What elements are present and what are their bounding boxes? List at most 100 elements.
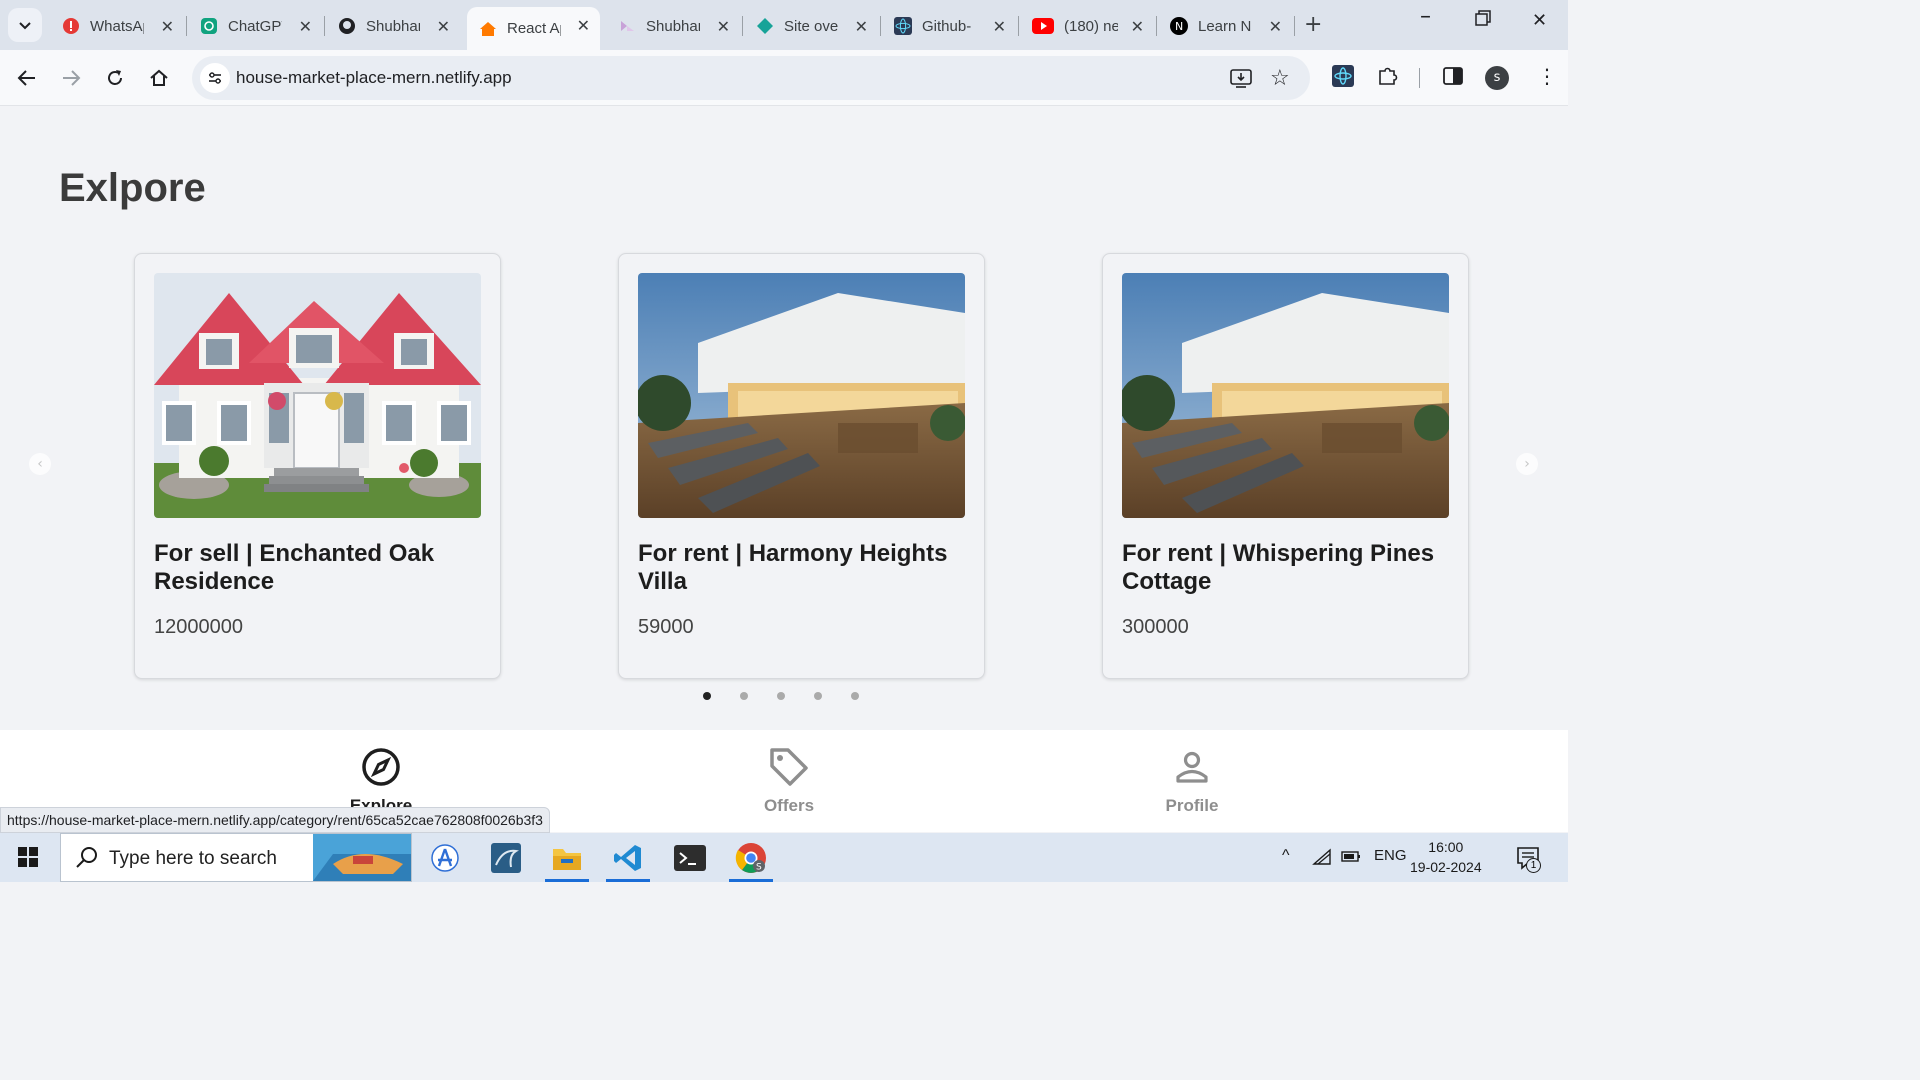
tab-separator (186, 16, 187, 36)
mysql-workbench-icon (491, 842, 521, 873)
carousel-dot[interactable] (814, 692, 822, 700)
tab-separator (1018, 16, 1019, 36)
listing-image-villa (638, 273, 965, 518)
site-info-icon[interactable] (200, 63, 230, 93)
listing-card[interactable]: For rent | Whispering Pines Cottage 3000… (1102, 253, 1469, 679)
minimize-button[interactable]: – (1420, 4, 1431, 29)
folder-icon (553, 848, 581, 870)
reload-icon (108, 70, 122, 85)
carousel-dot[interactable] (851, 692, 859, 700)
tab-title: Shubham (366, 17, 420, 35)
browser-tab-strip: WhatsApp ✕ ChatGPT ✕ Shubham ✕ React App… (0, 0, 1568, 50)
carousel-next-button[interactable]: › (1516, 453, 1538, 475)
tab-whatsapp[interactable]: WhatsApp ✕ (50, 8, 184, 44)
install-app-icon[interactable] (1230, 67, 1252, 93)
nav-label: Profile (1165, 796, 1219, 815)
tab-youtube[interactable]: (180) ne ✕ (1020, 8, 1154, 44)
forward-button[interactable] (57, 64, 85, 92)
close-icon[interactable]: ✕ (1131, 17, 1144, 36)
listing-price: 300000 (1122, 616, 1189, 638)
taskbar-vscode[interactable] (606, 837, 650, 882)
react-devtools-extension-icon[interactable] (1332, 65, 1354, 91)
house-icon (479, 20, 497, 38)
close-icon[interactable]: ✕ (299, 17, 312, 36)
close-icon[interactable]: ✕ (993, 17, 1006, 36)
close-icon[interactable]: ✕ (577, 16, 590, 35)
nav-label: Offers (763, 796, 815, 815)
react-icon (894, 17, 912, 35)
listing-card[interactable]: For sell | Enchanted Oak Residence 12000… (134, 253, 501, 679)
tab-github-react[interactable]: Github- ✕ (882, 8, 1016, 44)
carousel-dot[interactable] (703, 692, 711, 700)
restore-button[interactable] (1475, 10, 1491, 31)
taskbar-file-explorer[interactable] (545, 837, 589, 882)
nav-offers[interactable]: Offers (729, 746, 849, 816)
notification-center-button[interactable]: 1 (1516, 846, 1541, 874)
listing-title: For rent | Whispering Pines Cottage (1122, 540, 1435, 595)
close-icon[interactable]: ✕ (437, 17, 450, 36)
tab-nextjs[interactable]: N Learn N ✕ (1158, 8, 1292, 44)
whatsapp-icon (62, 17, 80, 35)
taskbar-mysql-workbench[interactable] (484, 837, 528, 878)
taskbar-app-store[interactable] (423, 837, 467, 878)
tab-separator (742, 16, 743, 36)
windows-taskbar: Type here to search S ^ ENG 16:00 19-02-… (0, 833, 1568, 882)
listing-image-villa (1122, 273, 1449, 518)
tab-netlify[interactable]: Site overview ✕ (744, 8, 878, 44)
tab-chatgpt[interactable]: ChatGPT ✕ (188, 8, 322, 44)
back-button[interactable] (13, 64, 41, 92)
reload-button[interactable] (101, 64, 129, 92)
person-icon (1132, 746, 1252, 788)
bookmark-star-icon[interactable]: ☆ (1270, 66, 1290, 91)
clock-date: 19-02-2024 (1410, 859, 1482, 875)
menu-kebab-icon[interactable]: ⋮ (1537, 64, 1557, 88)
carousel-dot[interactable] (777, 692, 785, 700)
close-icon[interactable]: ✕ (161, 17, 174, 36)
profile-avatar[interactable]: s (1485, 66, 1509, 90)
nav-explore[interactable]: Explore (321, 746, 441, 816)
windows-start-button[interactable] (18, 847, 38, 871)
notification-count-badge: 1 (1526, 858, 1541, 873)
carousel-pagination (703, 692, 859, 700)
tag-icon (729, 746, 849, 788)
app-store-icon (431, 843, 459, 872)
restore-icon (1475, 10, 1491, 26)
taskbar-clock[interactable]: 16:00 19-02-2024 (1410, 837, 1482, 877)
side-panel-icon[interactable] (1443, 66, 1463, 90)
carousel-prev-button[interactable]: ‹ (29, 453, 51, 475)
tab-figma[interactable]: Shubham ✕ (606, 8, 740, 44)
tab-react-app[interactable]: React App ✕ (467, 7, 600, 50)
url-text: house-market-place-mern.netlify.app (236, 68, 512, 87)
listing-image-white-house (154, 273, 481, 518)
browser-toolbar: house-market-place-mern.netlify.app ☆ s … (0, 50, 1568, 106)
new-tab-button[interactable]: + (1304, 12, 1322, 37)
wifi-icon[interactable] (1312, 848, 1332, 870)
close-icon[interactable]: ✕ (855, 17, 868, 36)
tab-title: ChatGPT (228, 17, 282, 35)
language-indicator[interactable]: ENG (1374, 847, 1407, 864)
battery-icon[interactable] (1340, 848, 1362, 868)
chrome-icon: S (735, 842, 766, 873)
taskbar-terminal[interactable] (668, 837, 712, 878)
taskbar-chrome[interactable]: S (729, 837, 773, 882)
clock-time: 16:00 (1428, 839, 1464, 855)
close-window-button[interactable]: ✕ (1532, 10, 1547, 31)
windows-logo-icon (18, 847, 38, 867)
show-hidden-icons-chevron-up-icon[interactable]: ^ (1282, 847, 1290, 865)
tab-search-button[interactable] (8, 8, 42, 42)
close-icon[interactable]: ✕ (1269, 17, 1282, 36)
tab-github[interactable]: Shubham ✕ (326, 8, 460, 44)
nav-profile[interactable]: Profile (1132, 746, 1252, 816)
carousel-dot[interactable] (740, 692, 748, 700)
search-placeholder: Type here to search (109, 848, 277, 869)
listing-price: 12000000 (154, 616, 243, 638)
taskbar-search-box[interactable]: Type here to search (60, 833, 412, 882)
close-icon[interactable]: ✕ (717, 17, 730, 36)
listing-card[interactable]: For rent | Harmony Heights Villa 59000 (618, 253, 985, 679)
chevron-right-icon: › (1524, 456, 1530, 472)
address-bar[interactable]: house-market-place-mern.netlify.app ☆ (192, 56, 1310, 100)
extensions-puzzle-icon[interactable] (1377, 64, 1399, 90)
tab-title: Shubham (646, 17, 700, 35)
chatgpt-icon (200, 17, 218, 35)
home-button[interactable] (145, 64, 173, 92)
